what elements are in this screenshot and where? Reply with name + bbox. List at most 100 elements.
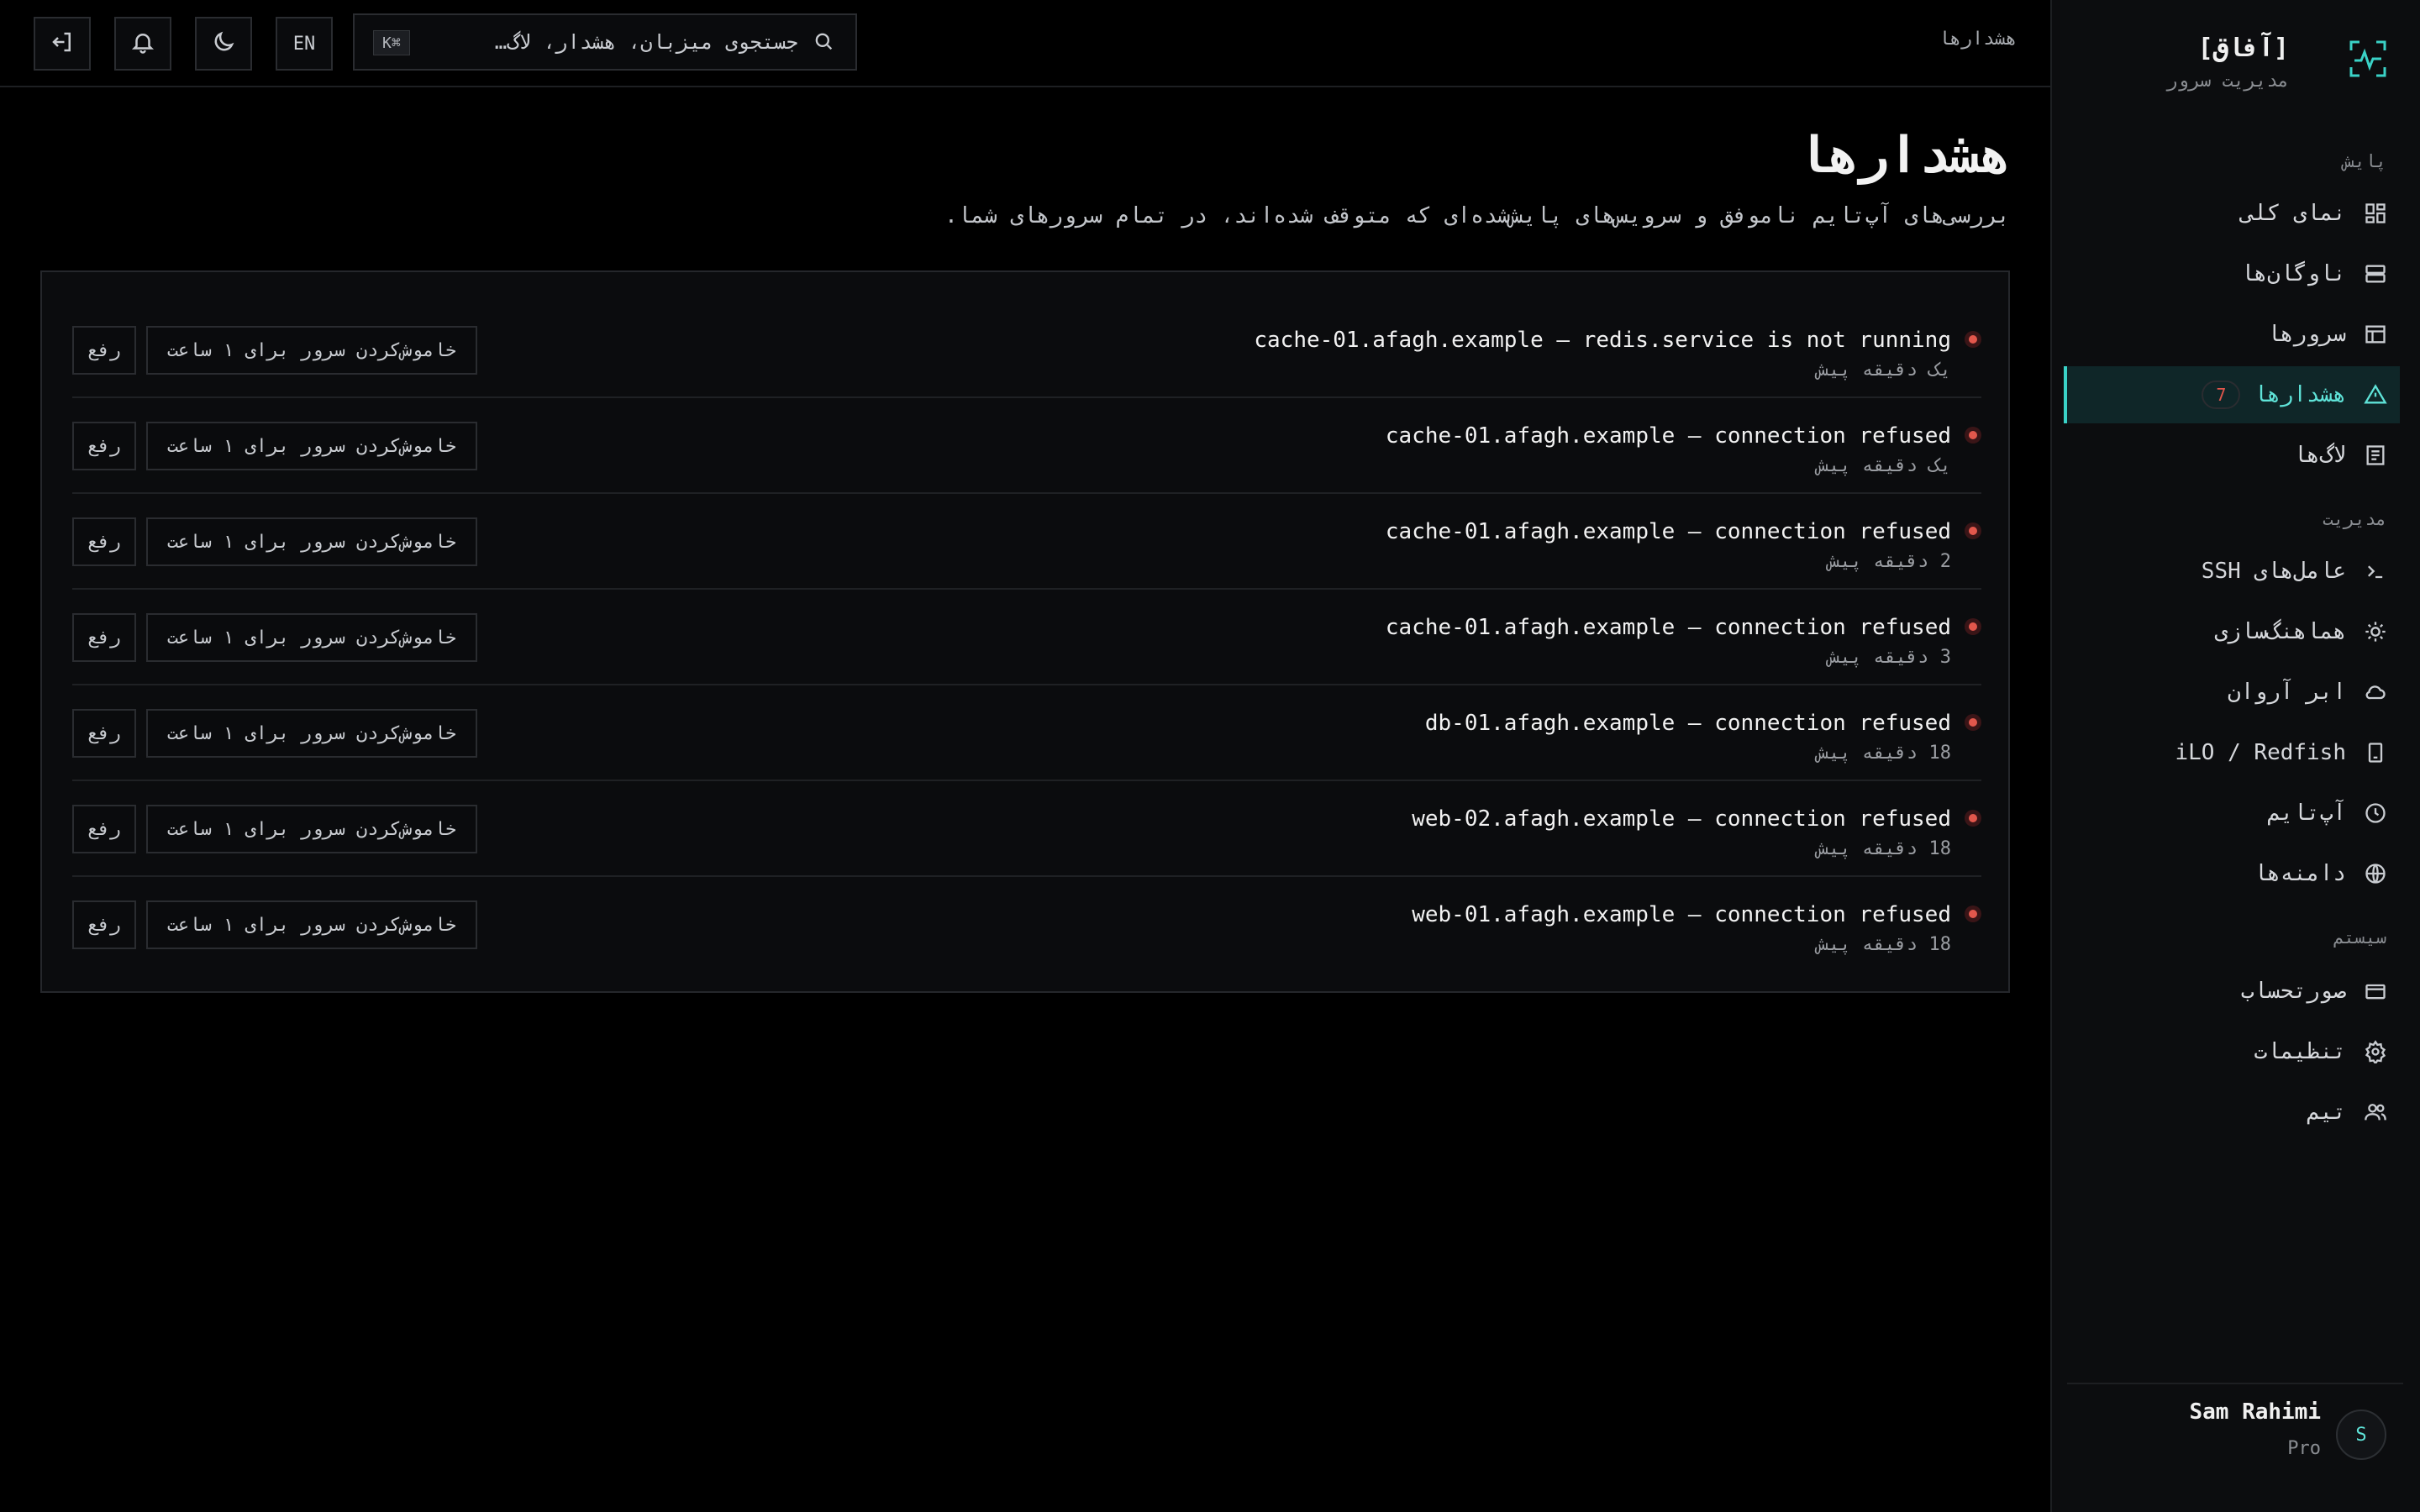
list-item: cache-01.afagh.example — connection refu… [72,494,1981,590]
sidebar-item-fleets[interactable]: ناوگان‌ها [2067,245,2400,302]
status-dot [1965,427,1981,444]
mute-server-button[interactable]: خاموش‌کردن سرور برای ۱ ساعت [146,422,477,470]
sidebar-item-billing[interactable]: صورتحساب [2067,963,2400,1020]
mute-server-button[interactable]: خاموش‌کردن سرور برای ۱ ساعت [146,709,477,758]
sidebar-item-label: هماهنگ‌سازی [2214,619,2346,644]
device-icon [2361,738,2390,767]
sidebar-item-label: لاگ‌ها [2293,443,2346,468]
nav-section-monitoring: پایش [2344,151,2386,171]
sidebar-item-label: تنظیمات [2254,1039,2346,1064]
sidebar-item-label: هشدارها [2254,382,2346,407]
resolve-button[interactable]: رفع [72,900,136,949]
mute-server-button[interactable]: خاموش‌کردن سرور برای ۱ ساعت [146,613,477,662]
sidebar-item-label: نمای کلی [2240,201,2346,226]
alert-time: 18 دقیقه پیش [1818,838,1951,859]
mute-server-button[interactable]: خاموش‌کردن سرور برای ۱ ساعت [146,517,477,566]
notifications-button[interactable] [114,17,171,71]
list-item: web-01.afagh.example — connection refuse… [72,877,1981,973]
sidebar-item-domains[interactable]: دامنه‌ها [2067,845,2400,902]
logout-icon [50,29,75,58]
status-dot [1965,810,1981,827]
user-plan: Pro [2287,1438,2321,1459]
clock-icon [2361,799,2390,827]
sidebar-item-sync[interactable]: هماهنگ‌سازی [2067,603,2400,660]
sidebar-item-overview[interactable]: نمای کلی [2067,185,2400,242]
sidebar-item-arvan-cloud[interactable]: ابر آروان [2067,664,2400,721]
logout-button[interactable] [34,17,91,71]
sidebar-item-label: ناوگان‌ها [2240,261,2346,286]
sidebar-item-uptime[interactable]: آپ‌تایم [2067,785,2400,842]
alert-time: 2 دقیقه پیش [1828,551,1951,572]
bell-icon [130,29,155,58]
breadcrumb: هشدارها [1939,29,2017,50]
resolve-button[interactable]: رفع [72,517,136,566]
sidebar-item-label: تیم [2307,1100,2346,1125]
status-dot [1965,331,1981,348]
search-input[interactable] [462,30,798,54]
brand[interactable]: [آفاق] مدیریت سرور [2072,32,2388,108]
alerts-list: cache-01.afagh.example — redis.service i… [40,270,2010,993]
list-item: cache-01.afagh.example — connection refu… [72,398,1981,494]
sidebar-item-label: صورتحساب [2240,979,2346,1004]
sidebar-item-alerts[interactable]: هشدارها 7 [2064,366,2400,423]
user-name: Sam Rahimi [2189,1399,2321,1425]
brand-name: [آفاق] [2197,34,2289,63]
alert-title: cache-01.afagh.example — redis.service i… [1254,328,1951,353]
avatar[interactable]: S [2336,1410,2386,1460]
sidebar-item-label: سرورها [2267,322,2346,347]
table-icon [2361,320,2390,349]
globe-icon [2361,859,2390,888]
sidebar-item-team[interactable]: تیم [2067,1084,2400,1141]
sidebar-item-ssh-agents[interactable]: عامل‌های SSH [2067,543,2400,600]
alert-title: db-01.afagh.example — connection refused [1424,711,1951,736]
page-title: هشدارها [1797,126,2010,185]
alert-title: cache-01.afagh.example — connection refu… [1385,615,1951,640]
status-dot [1965,618,1981,635]
grid-icon [2361,199,2390,228]
mute-server-button[interactable]: خاموش‌کردن سرور برای ۱ ساعت [146,900,477,949]
nav-section-system: سیستم [2333,927,2386,948]
brand-subtitle: مدیریت سرور [2166,71,2289,92]
alerts-count-badge: 7 [2202,381,2241,409]
sidebar-item-logs[interactable]: لاگ‌ها [2067,427,2400,484]
list-item: cache-01.afagh.example — connection refu… [72,590,1981,685]
sidebar-item-label: آپ‌تایم [2267,801,2346,826]
mute-server-button[interactable]: خاموش‌کردن سرور برای ۱ ساعت [146,805,477,853]
cloud-icon [2361,678,2390,706]
resolve-button[interactable]: رفع [72,805,136,853]
sidebar-item-servers[interactable]: سرورها [2067,306,2400,363]
page-subtitle: بررسی‌های آپ‌تایم ناموفق و سرویس‌های پای… [944,203,2010,228]
alert-time: 3 دقیقه پیش [1828,647,1951,668]
gear-icon [2361,1037,2390,1066]
moon-icon [211,29,236,58]
sidebar-item-label: دامنه‌ها [2254,861,2346,886]
warning-triangle-icon [2361,381,2390,409]
theme-toggle-button[interactable] [195,17,252,71]
alert-time: 18 دقیقه پیش [1818,743,1951,764]
resolve-button[interactable]: رفع [72,613,136,662]
resolve-button[interactable]: رفع [72,326,136,375]
card-icon [2361,977,2390,1005]
list-item: web-02.afagh.example — connection refuse… [72,781,1981,877]
sun-sync-icon [2361,617,2390,646]
search-shortcut-hint: ⌘K [373,30,410,55]
sidebar-item-label: iLO / Redfish [2175,740,2347,765]
status-dot [1965,906,1981,922]
search-icon [810,29,835,55]
language-toggle-button[interactable]: EN [276,17,333,71]
sidebar-item-settings[interactable]: تنظیمات [2067,1023,2400,1080]
search-box[interactable]: ⌘K [353,13,857,71]
resolve-button[interactable]: رفع [72,709,136,758]
list-item: cache-01.afagh.example — redis.service i… [72,302,1981,398]
alert-time: یک دقیقه پیش [1818,455,1951,476]
topbar: هشدارها ⌘K EN [0,0,2050,87]
alert-title: cache-01.afagh.example — connection refu… [1385,519,1951,544]
alert-time: یک دقیقه پیش [1818,360,1951,381]
sidebar-item-ilo-redfish[interactable]: iLO / Redfish [2067,724,2400,781]
log-icon [2361,441,2390,470]
terminal-icon [2361,557,2390,585]
server-stack-icon [2361,260,2390,288]
pulse-frame-icon [2348,39,2388,79]
mute-server-button[interactable]: خاموش‌کردن سرور برای ۱ ساعت [146,326,477,375]
resolve-button[interactable]: رفع [72,422,136,470]
